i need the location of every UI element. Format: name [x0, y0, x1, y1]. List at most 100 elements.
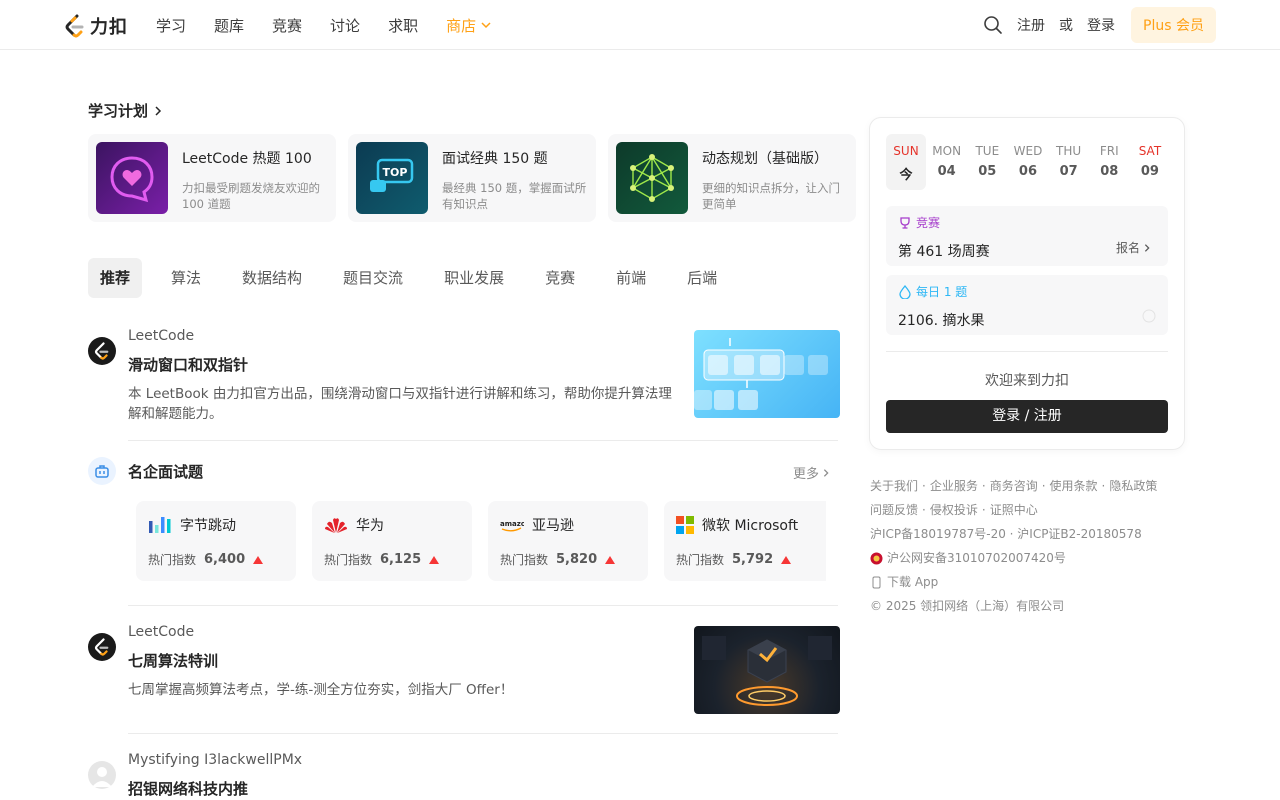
study-plan-title: LeetCode 热题 100 [182, 151, 312, 167]
nav-store[interactable]: 商店 [446, 15, 492, 36]
footer-police[interactable]: 沪公网安备31010702007420号 [887, 546, 1066, 570]
day-name: THU [1056, 144, 1082, 158]
feed-author[interactable]: LeetCode [128, 328, 194, 344]
bytedance-logo-icon [149, 517, 171, 533]
main-nav: 学习 题库 竞赛 讨论 求职 商店 [156, 0, 520, 50]
feed-author[interactable]: LeetCode [128, 624, 194, 640]
contest-box[interactable]: 竞赛 第 461 场周赛 报名 [886, 206, 1168, 266]
footer-feedback[interactable]: 问题反馈 [870, 498, 918, 522]
study-plan-card[interactable]: 动态规划（基础版） 更细的知识点拆分，让入门更简单 [608, 134, 856, 222]
company-section-icon [88, 457, 116, 485]
tab-career[interactable]: 职业发展 [432, 258, 516, 298]
contest-register-text: 报名 [1115, 241, 1140, 255]
tab-algorithm[interactable]: 算法 [159, 258, 213, 298]
hot-index-value: 5,820 [556, 552, 598, 567]
tab-backend[interactable]: 后端 [675, 258, 729, 298]
phone-icon [872, 576, 881, 588]
nav-jobs[interactable]: 求职 [388, 15, 418, 36]
logo[interactable]: 力扣 [64, 13, 128, 39]
tab-problem-discussion[interactable]: 题目交流 [331, 258, 415, 298]
calendar-day[interactable]: SUN 今 [886, 134, 926, 190]
feed-divider [128, 605, 838, 606]
day-name: SAT [1138, 144, 1162, 158]
login-link[interactable]: 登录 [1087, 15, 1115, 35]
hot-index-value: 5,792 [732, 552, 774, 567]
company-card[interactable]: 字节跳动 热门指数 6,400 [136, 501, 296, 581]
briefcase-icon [95, 465, 109, 478]
feed-divider [128, 733, 838, 734]
tab-contest[interactable]: 竞赛 [533, 258, 587, 298]
study-plan-list: LeetCode 热题 100 力扣最受刷题发烧友欢迎的 100 道题 TOP … [88, 134, 856, 222]
footer-terms[interactable]: 使用条款 [1050, 474, 1098, 498]
calendar-day[interactable]: MON 04 [927, 134, 967, 190]
feed-title[interactable]: 招银网络科技内推 [128, 778, 248, 799]
signup-link[interactable]: 注册 [1017, 15, 1045, 35]
contest-label: 竞赛 [916, 216, 941, 230]
nav-problems[interactable]: 题库 [214, 15, 244, 36]
feed-item[interactable]: LeetCode 滑动窗口和双指针 本 LeetBook 由力扣官方出品，围绕滑… [88, 326, 840, 426]
top-header: 力扣 学习 题库 竞赛 讨论 求职 商店 注册 或 登录 Plus 会员 [0, 0, 1280, 50]
contest-register-link[interactable]: 报名 [1116, 239, 1152, 256]
hot-index-value: 6,400 [204, 552, 246, 567]
company-name: 亚马逊 [532, 518, 574, 534]
feed-desc: 本 LeetBook 由力扣官方出品，围绕滑动窗口与双指针进行讲解和练习，帮助你… [128, 386, 672, 422]
glowing-cube-illustration-icon [702, 636, 832, 706]
feed-author[interactable]: Mystifying I3lackwellPMx [128, 752, 302, 768]
day-name: WED [1013, 144, 1043, 158]
company-more-link[interactable]: 更多 [793, 463, 831, 482]
login-register-button[interactable]: 登录 / 注册 [886, 400, 1168, 433]
water-drop-icon [899, 284, 911, 299]
footer-enterprise[interactable]: 企业服务 [930, 474, 978, 498]
calendar-day[interactable]: FRI 08 [1089, 134, 1129, 190]
daily-problem-box[interactable]: 每日 1 题 2106. 摘水果 [886, 275, 1168, 335]
nav-store-label: 商店 [446, 16, 477, 35]
status-circle-icon [1142, 309, 1156, 323]
tab-recommend[interactable]: 推荐 [88, 258, 143, 298]
company-card[interactable]: amazon 亚马逊 热门指数 5,820 [488, 501, 648, 581]
footer-about[interactable]: 关于我们 [870, 474, 918, 498]
study-plan-card[interactable]: LeetCode 热题 100 力扣最受刷题发烧友欢迎的 100 道题 [88, 134, 336, 222]
nav-learn[interactable]: 学习 [156, 15, 186, 36]
huawei-logo-icon [325, 518, 347, 533]
nav-contest[interactable]: 竞赛 [272, 15, 302, 36]
tab-frontend[interactable]: 前端 [604, 258, 658, 298]
footer-infringement[interactable]: 侵权投诉 [930, 498, 978, 522]
study-plan-desc: 更细的知识点拆分，让入门更简单 [702, 181, 840, 211]
leetcode-avatar [88, 633, 116, 661]
feed-title[interactable]: 七周算法特训 [128, 650, 218, 671]
company-card[interactable]: 微软 Microsoft 热门指数 5,792 [664, 501, 826, 581]
footer-business[interactable]: 商务咨询 [990, 474, 1038, 498]
heart-chat-icon [110, 156, 154, 203]
hot-index-label: 热门指数 [676, 553, 725, 567]
top-badge-icon: TOP [370, 158, 414, 192]
footer-privacy[interactable]: 隐私政策 [1109, 474, 1157, 498]
company-card[interactable]: 华为 热门指数 6,125 [312, 501, 472, 581]
feed-item[interactable]: LeetCode 七周算法特训 七周掌握高频算法考点，学-练-测全方位夯实，剑指… [88, 622, 840, 722]
study-plan-desc: 最经典 150 题，掌握面试所有知识点 [442, 181, 587, 211]
search-icon[interactable] [983, 15, 1003, 35]
feed-title[interactable]: 滑动窗口和双指针 [128, 354, 248, 375]
plus-membership-button[interactable]: Plus 会员 [1131, 7, 1216, 43]
day-number: 08 [1100, 164, 1119, 179]
nav-discuss[interactable]: 讨论 [330, 15, 360, 36]
calendar-day[interactable]: SAT 09 [1130, 134, 1170, 190]
footer-download-app[interactable]: 下载 App [887, 570, 938, 594]
calendar-day[interactable]: WED 06 [1008, 134, 1048, 190]
footer-license[interactable]: 证照中心 [990, 498, 1038, 522]
calendar-day[interactable]: THU 07 [1049, 134, 1089, 190]
trophy-icon [900, 216, 910, 229]
leetcode-logo-icon [94, 342, 109, 360]
calendar-day[interactable]: TUE 05 [967, 134, 1007, 190]
feed-item[interactable]: Mystifying I3lackwellPMx 招银网络科技内推 [88, 750, 840, 800]
study-plan-title: 动态规划（基础版） [702, 151, 828, 167]
logo-text: 力扣 [90, 17, 128, 38]
study-plan-card[interactable]: TOP 面试经典 150 题 最经典 150 题，掌握面试所有知识点 [348, 134, 596, 222]
trend-up-icon [605, 555, 616, 564]
hot-index-label: 热门指数 [324, 553, 373, 567]
tab-data-structure[interactable]: 数据结构 [230, 258, 314, 298]
day-number: 07 [1059, 164, 1078, 179]
study-plan-title[interactable]: 学习计划 [88, 100, 164, 121]
daily-problem-name: 2106. 摘水果 [898, 313, 985, 329]
footer-icp[interactable]: 沪ICP备18019787号-20 · 沪ICP证B2-20180578 [870, 522, 1142, 546]
feed-tabs: 推荐 算法 数据结构 题目交流 职业发展 竞赛 前端 后端 [88, 258, 746, 298]
